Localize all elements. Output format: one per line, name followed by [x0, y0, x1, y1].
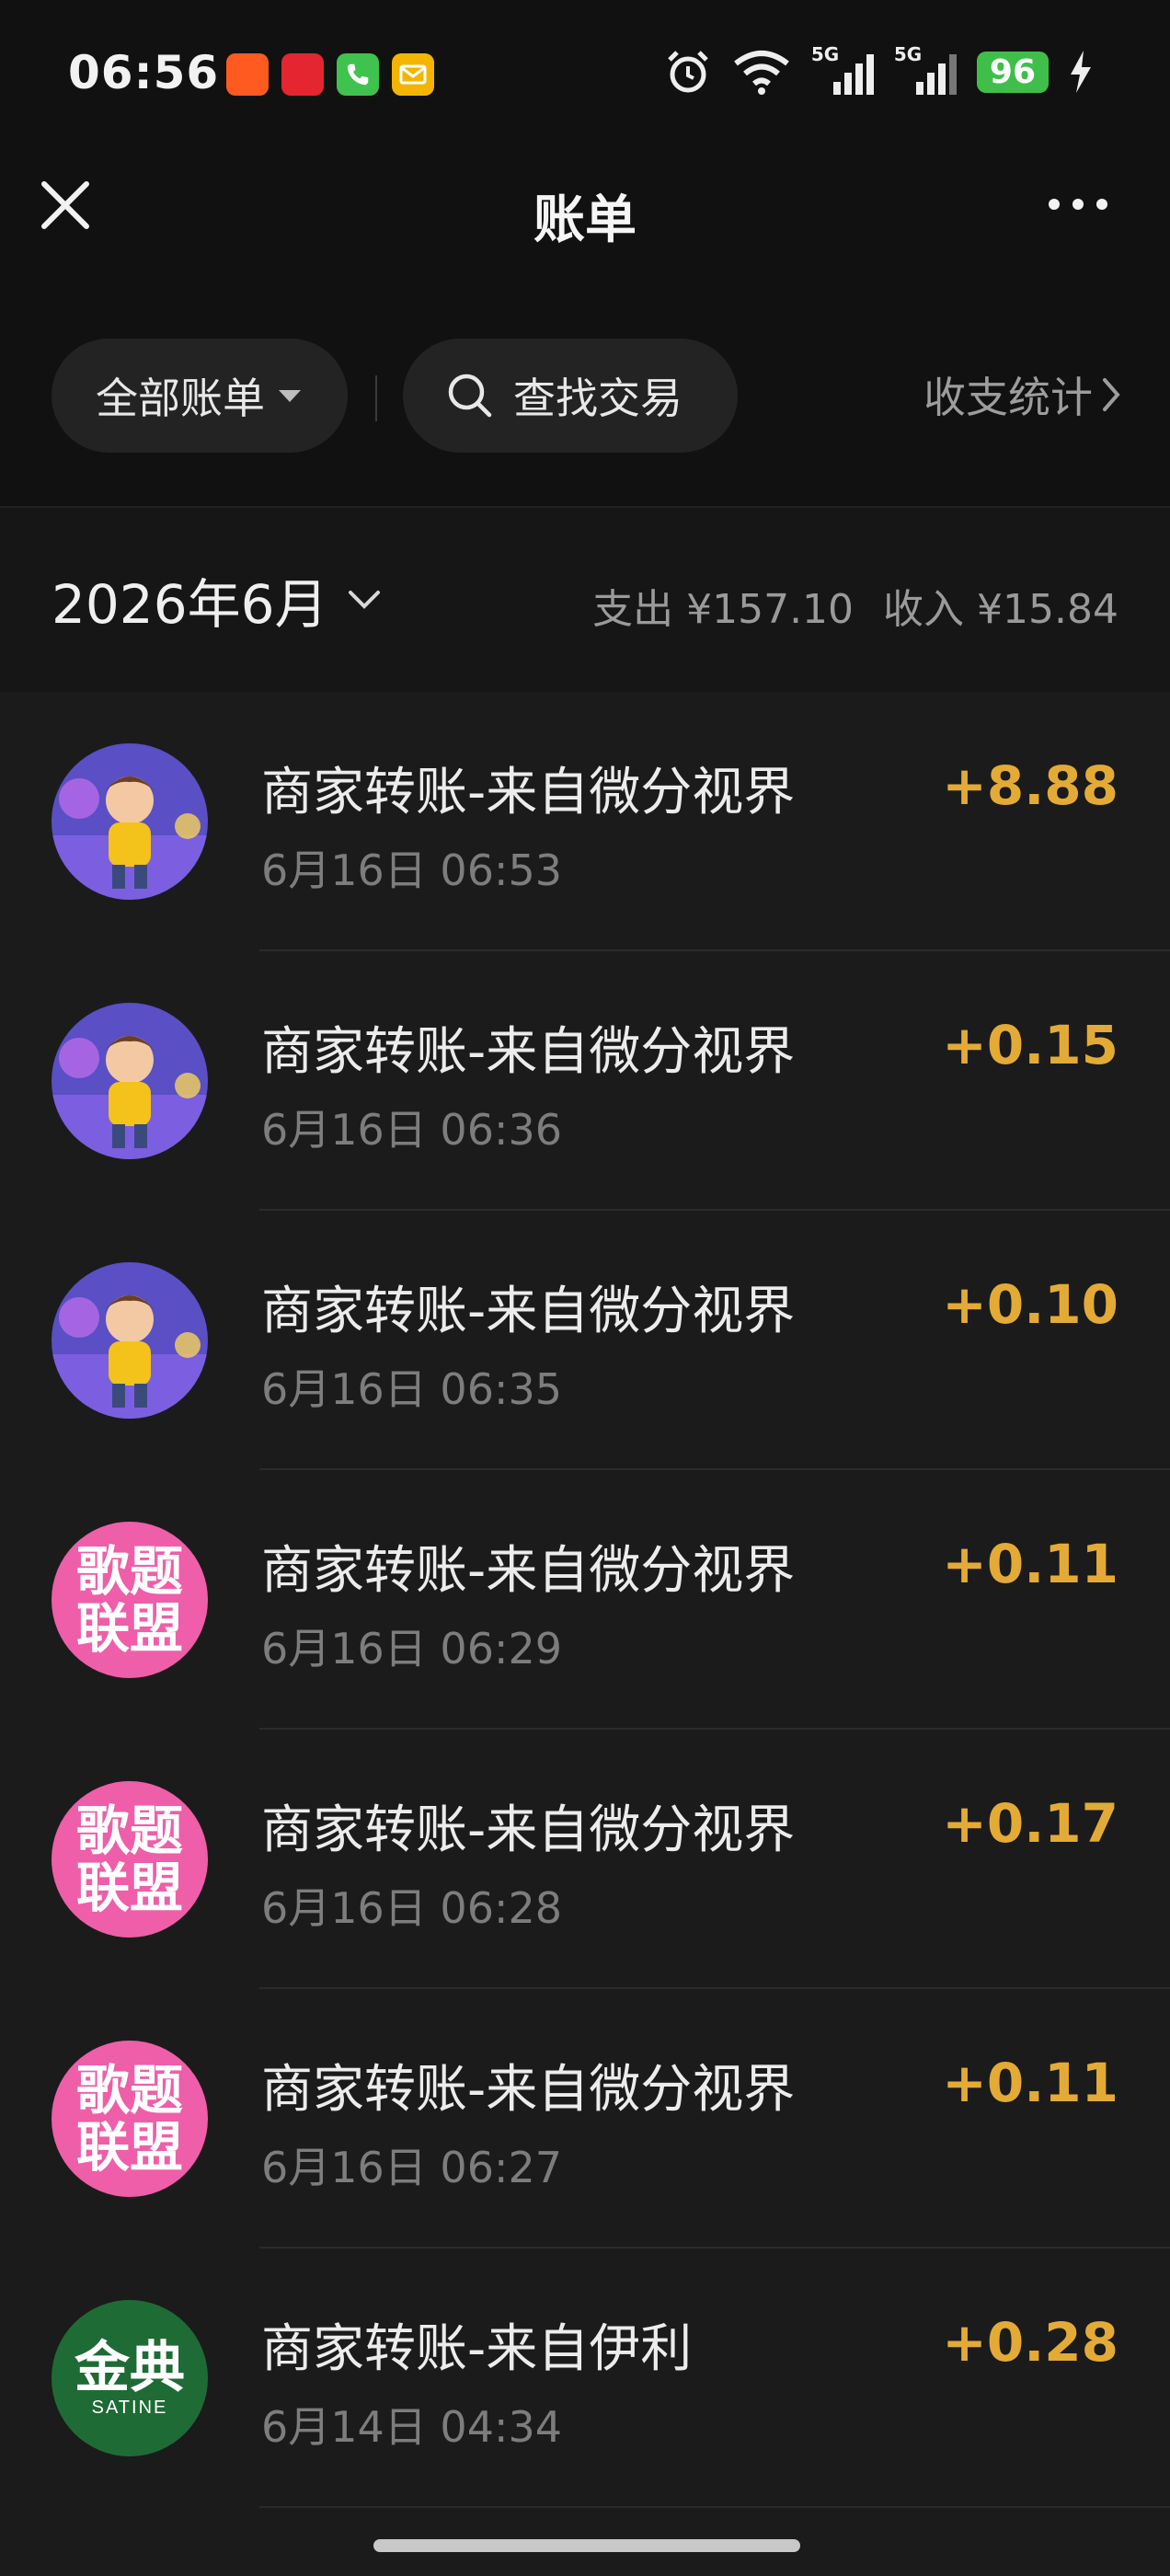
logo-line-2: 联盟	[75, 1597, 183, 1660]
transaction-title: 商家转账-来自微分视界	[261, 1541, 796, 1601]
transaction-row[interactable]: 商家转账-来自微分视界 6月16日 06:36 +0.15	[0, 951, 1170, 1211]
transaction-time: 6月14日 04:34	[261, 2402, 562, 2452]
transaction-time: 6月16日 06:53	[261, 845, 562, 895]
transaction-amount: +0.17	[942, 1792, 1118, 1855]
logo-sub: SATINE	[91, 2398, 168, 2418]
stats-label: 收支统计	[923, 373, 1093, 422]
month-selector[interactable]: 2026年6月	[52, 561, 382, 638]
merchant-avatar	[52, 1262, 208, 1419]
row-divider	[259, 2506, 1170, 2508]
transaction-row[interactable]: 金典 SATINE 商家转账-来自伊利 6月14日 04:34 +0.28	[0, 2248, 1170, 2508]
more-options-icon[interactable]	[1041, 180, 1115, 228]
merchant-logo-text: 歌题 联盟	[52, 1781, 208, 1938]
all-bills-dropdown[interactable]: 全部账单	[52, 339, 348, 453]
transaction-amount: +0.10	[942, 1273, 1118, 1336]
mail-icon	[392, 53, 434, 96]
income-total: 收入 ¥15.84	[883, 586, 1118, 633]
transaction-row[interactable]: 歌题 联盟 商家转账-来自微分视界 6月16日 06:28 +0.17	[0, 1730, 1170, 1989]
logo-line-2: 联盟	[75, 1857, 183, 1919]
merchant-logo-text: 金典 SATINE	[52, 2300, 208, 2456]
merchant-logo-text: 歌题 联盟	[52, 1522, 208, 1678]
dropdown-triangle-icon	[279, 390, 301, 402]
transaction-title: 商家转账-来自微分视界	[261, 1282, 796, 1341]
transaction-amount: +0.28	[942, 2311, 1118, 2374]
transaction-row[interactable]: 商家转账-来自微分视界 6月16日 06:35 +0.10	[0, 1211, 1170, 1470]
transaction-title: 商家转账-来自微分视界	[261, 2060, 796, 2120]
merchant-logo-text: 歌题 联盟	[52, 2041, 208, 2197]
merchant-avatar: 歌题 联盟	[52, 1522, 208, 1678]
transaction-row[interactable]: 歌题 联盟 商家转账-来自微分视界 6月16日 06:27 +0.11	[0, 1989, 1170, 2248]
system-icons: 5G 5G 96	[664, 43, 1093, 96]
logo-line-1: 歌题	[75, 1800, 183, 1862]
battery-indicator: 96	[976, 51, 1049, 93]
income-expense-stats-link[interactable]: 收支统计	[923, 364, 1124, 425]
app-header: 账单	[0, 147, 1170, 267]
chevron-right-icon	[1103, 378, 1120, 411]
status-time: 06:56	[68, 46, 220, 99]
transaction-title: 商家转账-来自伊利	[261, 2319, 693, 2379]
logo-line-2: 联盟	[75, 2116, 183, 2179]
xiaohongshu-icon	[281, 53, 324, 96]
filter-bar: 全部账单 查找交易 收支统计	[0, 267, 1170, 508]
month-totals: 支出 ¥157.10 收入 ¥15.84	[592, 576, 1118, 635]
status-bar: 06:56 5G 5G 96	[0, 0, 1170, 147]
expense-total: 支出 ¥157.10	[592, 586, 855, 633]
merchant-avatar	[52, 1003, 208, 1159]
transaction-row[interactable]: 商家转账-来自微分视界 6月16日 06:53 +8.88	[0, 692, 1170, 951]
home-indicator[interactable]	[373, 2539, 800, 2552]
transaction-amount: +8.88	[942, 754, 1118, 817]
search-icon	[448, 374, 492, 418]
transaction-title: 商家转账-来自微分视界	[261, 763, 796, 822]
logo-line-1: 歌题	[75, 1540, 183, 1603]
signal-icon-2: 5G	[894, 43, 957, 95]
phone-icon	[337, 53, 379, 96]
transaction-time: 6月16日 06:35	[261, 1364, 562, 1414]
filter-divider	[375, 375, 377, 421]
month-summary-bar: 2026年6月 支出 ¥157.10 收入 ¥15.84	[0, 508, 1170, 692]
transaction-time: 6月16日 06:28	[261, 1883, 562, 1933]
page-title: 账单	[533, 190, 637, 250]
signal-icon-1: 5G	[811, 43, 874, 95]
transaction-list: 商家转账-来自微分视界 6月16日 06:53 +8.88 商家转账-来自微分视…	[0, 692, 1170, 2508]
alarm-icon	[668, 51, 708, 93]
month-label: 2026年6月	[52, 573, 328, 636]
merchant-avatar: 金典 SATINE	[52, 2300, 208, 2456]
transaction-title: 商家转账-来自微分视界	[261, 1800, 796, 1860]
transaction-time: 6月16日 06:29	[261, 1624, 562, 1673]
search-label: 查找交易	[513, 374, 682, 423]
network-type-label: 5G	[893, 43, 923, 65]
wifi-icon	[734, 51, 789, 95]
search-transactions-button[interactable]: 查找交易	[403, 339, 738, 453]
transaction-amount: +0.11	[942, 2052, 1118, 2114]
transaction-time: 6月16日 06:27	[261, 2143, 562, 2192]
all-bills-label: 全部账单	[96, 374, 265, 423]
notification-icons	[226, 53, 434, 96]
transaction-row[interactable]: 歌题 联盟 商家转账-来自微分视界 6月16日 06:29 +0.11	[0, 1470, 1170, 1730]
network-type-label: 5G	[810, 43, 840, 65]
transaction-amount: +0.11	[942, 1533, 1118, 1595]
taobao-icon	[226, 53, 269, 96]
logo-line-1: 歌题	[75, 2059, 183, 2122]
merchant-avatar	[52, 743, 208, 900]
transaction-time: 6月16日 06:36	[261, 1105, 562, 1155]
merchant-avatar: 歌题 联盟	[52, 1781, 208, 1938]
merchant-avatar: 歌题 联盟	[52, 2041, 208, 2197]
chevron-down-icon	[348, 591, 380, 609]
logo-main: 金典	[75, 2336, 185, 2400]
transaction-amount: +0.15	[942, 1014, 1118, 1076]
charging-icon	[1071, 51, 1091, 93]
transaction-title: 商家转账-来自微分视界	[261, 1022, 796, 1082]
